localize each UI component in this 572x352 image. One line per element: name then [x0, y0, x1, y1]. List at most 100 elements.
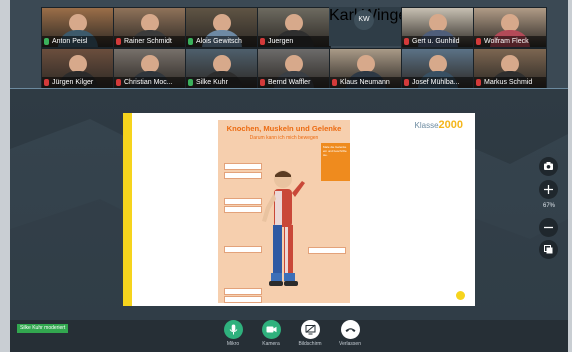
- participant-name: Alois Gewitsch: [196, 38, 242, 45]
- microphone-on-icon: [188, 79, 193, 86]
- moderator-badge: Silke Kuhr moderiert: [17, 324, 69, 333]
- screen-share-icon: [305, 324, 315, 335]
- participant-name-bar: Alois Gewitsch: [186, 36, 258, 47]
- poster-subtitle: Darum kann ich mich bewegen: [249, 135, 319, 141]
- participant-name: Rainer Schmidt: [124, 38, 172, 45]
- zoom-level: 67%: [542, 203, 555, 209]
- participant-name-bar: Klaus Neumann: [330, 77, 402, 88]
- participant-tile[interactable]: Jürgen Kilger: [41, 48, 115, 89]
- minus-icon: [544, 226, 553, 229]
- leave-label: Verlassen: [339, 341, 361, 347]
- participant-tile[interactable]: Josef Mühlba...: [401, 48, 475, 89]
- shared-screen[interactable]: Knochen, Muskeln und Gelenke Darum kann …: [123, 113, 475, 306]
- sun-icon: [456, 291, 465, 300]
- microphone-label: Mikro: [226, 341, 240, 347]
- zoom-in-button[interactable]: [539, 180, 558, 199]
- microphone-on-icon: [44, 38, 49, 45]
- participant-name: Gert u. Gunhild: [412, 38, 460, 45]
- microphone-muted-icon: [44, 79, 49, 86]
- microphone-muted-icon: [116, 38, 121, 45]
- participant-name: Klaus Neumann: [340, 79, 390, 86]
- microphone-muted-icon: [476, 79, 481, 86]
- participant-name: Silke Kuhr: [196, 79, 228, 86]
- participant-name: Bernd Waffler: [268, 79, 311, 86]
- leave-button-circle: [340, 320, 360, 339]
- microphone-muted-icon: [116, 79, 121, 86]
- participant-name-bar: Wolfram Fleck: [474, 36, 546, 47]
- participant-tile[interactable]: Gert u. Gunhild: [401, 7, 475, 48]
- camera-button[interactable]: Kamera: [257, 320, 285, 352]
- participant-tile[interactable]: Anton Peisl: [41, 7, 115, 48]
- participant-tile[interactable]: Bernd Waffler: [257, 48, 331, 89]
- microphone-on-icon: [188, 38, 193, 45]
- participant-name-bar: Josef Mühlba...: [402, 77, 474, 88]
- participant-name: Josef Mühlba...: [412, 79, 460, 86]
- camera-button-circle: [261, 320, 281, 339]
- participant-name-bar: Jürgen Kilger: [42, 77, 114, 88]
- participant-tile[interactable]: Klaus Neumann: [329, 48, 403, 89]
- participant-name: Wolfram Fleck: [484, 38, 529, 45]
- klasse2000-logo: Klasse2000: [415, 119, 464, 131]
- hangup-icon: [345, 328, 355, 332]
- participant-name: Juergen: [268, 38, 294, 45]
- poster-field: [224, 246, 262, 253]
- participant-tile[interactable]: Silke Kuhr: [185, 48, 259, 89]
- poster-field: [224, 296, 262, 303]
- participant-name-bar: Anton Peisl: [42, 36, 114, 47]
- logo-number: 2000: [438, 119, 463, 131]
- participant-name: Markus Schmid: [484, 79, 533, 86]
- participant-tile[interactable]: Christian Moc...: [113, 48, 187, 89]
- participant-name-bar: Bernd Waffler: [258, 77, 330, 88]
- participant-initials: KW: [354, 10, 374, 30]
- poster-field: [224, 206, 262, 213]
- camera-label: Kamera: [262, 341, 280, 347]
- participant-name: Jürgen Kilger: [52, 79, 94, 86]
- microphone-button[interactable]: Mikro: [219, 320, 247, 352]
- poster-note: Male die Gelenke ein und beschrifte sie.: [321, 143, 350, 181]
- participant-name: Anton Peisl: [52, 38, 88, 45]
- participant-name-bar: Christian Moc...: [114, 77, 186, 88]
- skeleton-illustration: [262, 170, 305, 286]
- microphone-muted-icon: [260, 38, 265, 45]
- participant-name: Christian Moc...: [124, 79, 173, 86]
- poster-title: Knochen, Muskeln und Gelenke: [226, 124, 342, 133]
- leave-button[interactable]: Verlassen: [336, 320, 364, 352]
- participant-tile[interactable]: Wolfram Fleck: [473, 7, 547, 48]
- participant-tile[interactable]: Rainer Schmidt: [113, 7, 187, 48]
- video-camera-icon: [266, 326, 276, 333]
- poster-field: [224, 198, 262, 205]
- zoom-out-button[interactable]: [539, 218, 558, 237]
- poster-note-text: Male die Gelenke ein und beschrifte sie.: [323, 145, 347, 157]
- microphone-muted-icon: [260, 79, 265, 86]
- participant-name-bar: Juergen: [258, 36, 330, 47]
- microphone-icon: [229, 324, 237, 335]
- windows-icon: [544, 245, 553, 254]
- side-toolbar: 67%: [538, 157, 560, 259]
- microphone-muted-icon: [332, 79, 337, 86]
- control-bar: Silke Kuhr moderiert Mikro Kamera Bildsc…: [10, 320, 568, 352]
- participant-tile[interactable]: Juergen: [257, 7, 331, 48]
- poster-field: [224, 172, 262, 179]
- microphone-muted-icon: [404, 38, 409, 45]
- participant-tile[interactable]: Alois Gewitsch: [185, 7, 259, 48]
- screen-share-button-circle: [300, 320, 320, 339]
- camera-icon: [544, 162, 553, 170]
- plus-icon: [544, 185, 553, 194]
- participant-name-bar: Markus Schmid: [474, 77, 546, 88]
- layout-button[interactable]: [539, 240, 558, 259]
- participant-gallery: Anton Peisl Rainer Schmidt Alois Gewitsch J…: [10, 0, 568, 89]
- participant-tile[interactable]: Markus Schmid: [473, 48, 547, 89]
- participant-tile[interactable]: KW Karl.Wingenfe...: [329, 7, 443, 46]
- screen-share-label: Bildschirm: [298, 341, 322, 347]
- participant-name-bar: Gert u. Gunhild: [402, 36, 474, 47]
- snapshot-button[interactable]: [539, 157, 558, 176]
- screen-share-button[interactable]: Bildschirm: [296, 320, 324, 352]
- microphone-button-circle: [223, 320, 243, 339]
- poster-field: [224, 163, 262, 170]
- video-conference-app: Anton Peisl Rainer Schmidt Alois Gewitsch J…: [10, 0, 568, 352]
- microphone-muted-icon: [404, 79, 409, 86]
- poster-field: [308, 247, 346, 254]
- participant-name-bar: Rainer Schmidt: [114, 36, 186, 47]
- logo-prefix: Klasse: [414, 121, 439, 130]
- share-accent-bar: [123, 113, 132, 306]
